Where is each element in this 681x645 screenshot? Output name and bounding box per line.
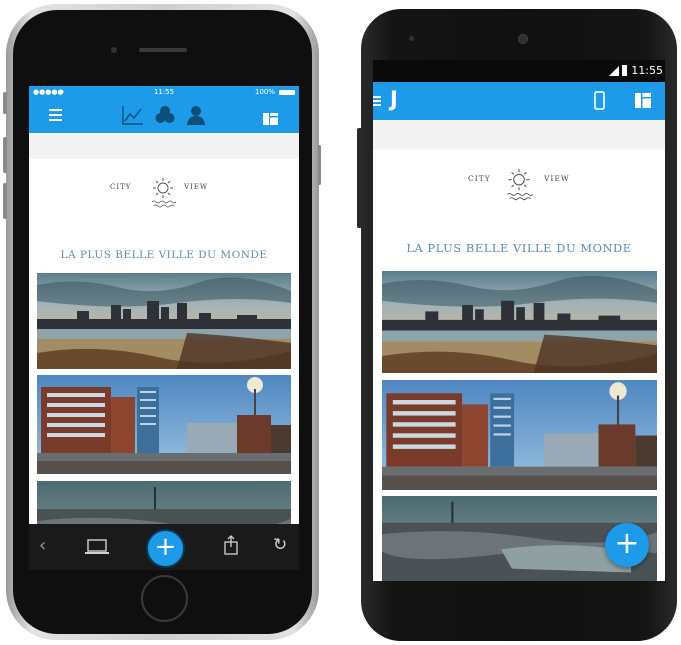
menu-icon[interactable]	[373, 96, 381, 106]
city-photo-harbor[interactable]	[382, 271, 657, 373]
circles-icon[interactable]	[155, 105, 175, 129]
chart-icon[interactable]	[122, 105, 144, 129]
battery-percent: 100%	[254, 88, 275, 96]
logo-city-text: CITY	[468, 174, 491, 183]
logo-view-text: VIEW	[184, 183, 209, 191]
iphone-earpiece	[139, 48, 187, 52]
battery-icon	[279, 90, 295, 95]
city-view-logo: CITY VIEW	[373, 168, 665, 212]
sun-icon	[504, 168, 534, 208]
refresh-icon[interactable]: ↻	[273, 535, 287, 555]
logo-view-text: VIEW	[544, 174, 570, 183]
menu-icon[interactable]	[49, 109, 62, 121]
ios-app-navbar	[29, 99, 299, 133]
phone-icon[interactable]	[594, 91, 605, 114]
iphone-volume-down-button	[3, 183, 7, 219]
tagline: LA PLUS BELLE VILLE DU MONDE	[406, 241, 632, 255]
android-front-camera	[518, 34, 528, 44]
battery-icon	[622, 65, 627, 76]
laptop-icon[interactable]	[85, 539, 109, 559]
iphone-front-camera	[111, 47, 117, 53]
layout-icon[interactable]	[263, 110, 278, 129]
android-app-bar: J	[373, 82, 665, 120]
iphone-home-button[interactable]	[141, 575, 188, 622]
status-time: 11:55	[631, 64, 663, 77]
city-photo-buildings[interactable]	[382, 380, 657, 490]
iphone-mute-switch	[3, 92, 7, 114]
android-status-bar: 11:55	[373, 60, 665, 82]
signal-icon	[609, 66, 619, 76]
iphone-screen: ●●●●● ◠ 11:55 100% CITY VIEW LA PLUS BEL…	[29, 86, 299, 570]
ios-browser-toolbar: ‹ + ↻	[29, 524, 299, 570]
city-photo-harbor[interactable]	[37, 273, 291, 369]
logo-city-text: CITY	[110, 183, 132, 191]
city-photo-buildings[interactable]	[37, 375, 291, 474]
share-icon[interactable]	[223, 535, 239, 559]
city-view-logo: CITY VIEW	[29, 177, 299, 217]
header-band	[29, 133, 299, 159]
add-fab-button[interactable]: +	[605, 523, 649, 567]
ios-status-bar: ●●●●● ◠ 11:55 100%	[29, 86, 299, 99]
person-icon[interactable]	[186, 105, 206, 129]
sun-icon	[149, 177, 177, 215]
iphone-power-button	[318, 145, 321, 185]
android-sensor	[409, 36, 414, 41]
tagline: LA PLUS BELLE VILLE DU MONDE	[60, 249, 268, 261]
add-icon[interactable]: +	[146, 529, 185, 568]
app-logo-letter: J	[390, 87, 398, 111]
layout-icon[interactable]	[635, 93, 651, 112]
header-band	[373, 120, 665, 150]
back-icon[interactable]: ‹	[39, 535, 46, 556]
iphone-volume-up-button	[3, 137, 7, 173]
android-screen: 11:55 J CITY VIEW LA PLUS BELLE VILLE DU…	[373, 60, 665, 581]
